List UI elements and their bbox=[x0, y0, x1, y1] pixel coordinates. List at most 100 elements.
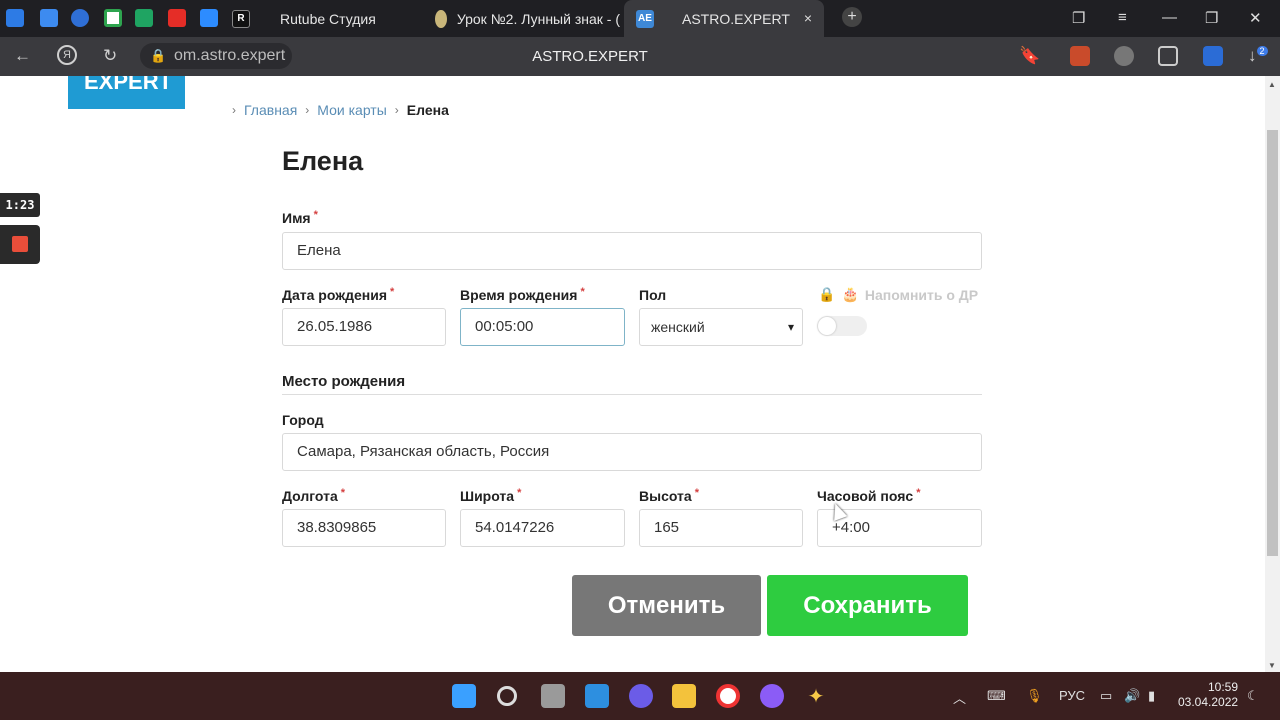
breadcrumb-separator-icon: › bbox=[394, 103, 399, 117]
extension-dark-mode-icon[interactable] bbox=[1158, 46, 1178, 66]
altitude-field[interactable]: 165 bbox=[639, 509, 803, 547]
close-tab-icon[interactable]: × bbox=[804, 10, 812, 26]
scrollbar-thumb[interactable] bbox=[1267, 130, 1278, 556]
breadcrumb-current: Елена bbox=[406, 102, 449, 118]
required-mark: * bbox=[517, 487, 522, 499]
keyboard-icon[interactable]: ⌨ bbox=[987, 688, 1006, 704]
remind-birthday-label: 🔒 🎂 Напомнить о ДР bbox=[818, 286, 978, 303]
owl-icon bbox=[435, 9, 447, 28]
recording-timer: 1:23 bbox=[0, 193, 40, 217]
lock-icon: 🔒 bbox=[818, 286, 836, 302]
bookmark-icon[interactable]: 🔖 bbox=[1019, 46, 1040, 66]
language-indicator[interactable]: РУС bbox=[1059, 688, 1085, 703]
microphone-icon[interactable]: 🎙 bbox=[1026, 688, 1043, 704]
close-window-icon[interactable]: ✕ bbox=[1249, 9, 1262, 27]
tray-chevron-up-icon[interactable]: ︿ bbox=[953, 688, 966, 707]
birth-date-label-text: Дата рождения bbox=[282, 287, 388, 303]
pinned-tab-edge-icon[interactable] bbox=[71, 9, 89, 27]
focus-assist-icon[interactable]: ☾ bbox=[1247, 688, 1259, 704]
required-mark: * bbox=[313, 209, 318, 221]
latitude-field[interactable]: 54.0147226 bbox=[460, 509, 625, 547]
extension-game-icon[interactable] bbox=[1070, 46, 1090, 66]
scroll-up-icon[interactable]: ▲ bbox=[1268, 80, 1276, 89]
start-windows-icon[interactable] bbox=[452, 684, 476, 708]
gender-label: Пол bbox=[639, 287, 667, 303]
system-clock[interactable]: 10:59 03.04.2022 bbox=[1178, 680, 1238, 710]
birth-date-label: Дата рождения * bbox=[282, 286, 395, 303]
task-view-icon[interactable] bbox=[541, 684, 565, 708]
search-icon[interactable] bbox=[497, 686, 517, 706]
gender-select[interactable]: женский ▾ bbox=[639, 308, 803, 346]
address-bar: ← Я ↻ 🔒 om.astro.expert ASTRO.EXPERT 🔖 ↓… bbox=[0, 37, 1280, 76]
name-label-text: Имя bbox=[282, 210, 311, 226]
site-logo[interactable]: EXPERT bbox=[68, 76, 185, 109]
extension-docs-icon[interactable] bbox=[1203, 46, 1223, 66]
windows-taskbar: ✦ ︿ ⌨ 🎙 РУС ▭ 🔊 ▮ 10:59 03.04.2022 ☾ bbox=[0, 672, 1280, 720]
city-label: Город bbox=[282, 412, 324, 428]
volume-icon[interactable]: 🔊 bbox=[1124, 688, 1140, 704]
longitude-label: Долгота * bbox=[282, 487, 346, 504]
breadcrumb-home-link[interactable]: Главная bbox=[244, 102, 297, 118]
pinned-tab-zoom-icon[interactable] bbox=[200, 9, 218, 27]
clock-date: 03.04.2022 bbox=[1178, 695, 1239, 709]
widgets-icon[interactable] bbox=[585, 684, 609, 708]
network-icon[interactable]: ▭ bbox=[1100, 688, 1112, 704]
file-explorer-icon[interactable] bbox=[672, 684, 696, 708]
yandex-browser-icon[interactable] bbox=[716, 684, 740, 708]
remind-birthday-toggle[interactable] bbox=[817, 316, 867, 336]
tab-title: Rutube Студия bbox=[280, 10, 376, 27]
breadcrumb: › Главная › Мои карты › Елена bbox=[228, 102, 449, 118]
pinned-tab-leaf-icon[interactable] bbox=[104, 9, 122, 27]
new-tab-button[interactable]: + bbox=[842, 7, 862, 27]
cancel-button[interactable]: Отменить bbox=[572, 575, 761, 636]
name-field[interactable]: Елена bbox=[282, 232, 982, 270]
stop-icon bbox=[12, 236, 28, 252]
pinned-tab-messages-icon[interactable] bbox=[6, 9, 24, 27]
latitude-label: Широта * bbox=[460, 487, 522, 504]
birth-date-field[interactable]: 26.05.1986 bbox=[282, 308, 446, 346]
sparkle-app-icon[interactable]: ✦ bbox=[804, 684, 828, 708]
astro-expert-favicon-icon: AE bbox=[636, 9, 654, 28]
tab-astro-expert[interactable]: AE ASTRO.EXPERT × bbox=[624, 0, 824, 37]
save-button[interactable]: Сохранить bbox=[767, 575, 968, 636]
altitude-label: Высота * bbox=[639, 487, 699, 504]
page-scrollbar[interactable]: ▲ ▼ bbox=[1265, 76, 1280, 672]
longitude-field[interactable]: 38.8309865 bbox=[282, 509, 446, 547]
extension-vpn-icon[interactable] bbox=[1114, 46, 1134, 66]
pinned-tab-youtube-icon[interactable] bbox=[168, 9, 186, 27]
minimize-icon[interactable]: — bbox=[1162, 9, 1177, 26]
cake-icon: 🎂 bbox=[841, 286, 859, 302]
tab-lesson[interactable]: Урок №2. Лунный знак - ( bbox=[435, 0, 620, 37]
required-mark: * bbox=[916, 487, 921, 499]
breadcrumb-charts-link[interactable]: Мои карты bbox=[317, 102, 387, 118]
pinned-tab-sheets-icon[interactable] bbox=[135, 9, 153, 27]
name-label: Имя * bbox=[282, 209, 318, 226]
teams-chat-icon[interactable] bbox=[629, 684, 653, 708]
alice-icon[interactable] bbox=[760, 684, 784, 708]
breadcrumb-separator-icon: › bbox=[232, 103, 236, 117]
menu-icon[interactable]: ≡ bbox=[1118, 9, 1127, 26]
gender-select-value: женский bbox=[651, 319, 705, 335]
restore-icon[interactable]: ❐ bbox=[1205, 9, 1218, 27]
download-count-badge: 2 bbox=[1256, 46, 1268, 57]
latitude-label-text: Широта bbox=[460, 488, 515, 504]
page-heading: Елена bbox=[282, 146, 364, 176]
city-field[interactable]: Самара, Рязанская область, Россия bbox=[282, 433, 982, 471]
battery-icon[interactable]: ▮ bbox=[1148, 688, 1155, 704]
tab-rutube[interactable]: R Rutube Студия bbox=[232, 0, 427, 37]
chevron-down-icon: ▾ bbox=[787, 320, 794, 334]
required-mark: * bbox=[340, 487, 346, 499]
section-divider bbox=[282, 394, 982, 395]
birth-place-section-title: Место рождения bbox=[282, 373, 406, 390]
scroll-down-icon[interactable]: ▼ bbox=[1268, 661, 1276, 670]
pinned-tab-calendar-icon[interactable] bbox=[40, 9, 58, 27]
logo-text: EXPERT bbox=[84, 76, 173, 94]
required-mark: * bbox=[390, 286, 395, 298]
birth-time-field[interactable]: 00:05:00 bbox=[460, 308, 625, 346]
downloads-icon[interactable]: ↓ 2 bbox=[1248, 46, 1268, 66]
tabs-overview-icon[interactable]: ❐ bbox=[1072, 9, 1085, 27]
clock-time: 10:59 bbox=[1207, 680, 1238, 694]
stop-recording-button[interactable] bbox=[0, 225, 40, 264]
birth-time-label-text: Время рождения bbox=[460, 287, 578, 303]
remind-birthday-text: Напомнить о ДР bbox=[864, 286, 979, 303]
